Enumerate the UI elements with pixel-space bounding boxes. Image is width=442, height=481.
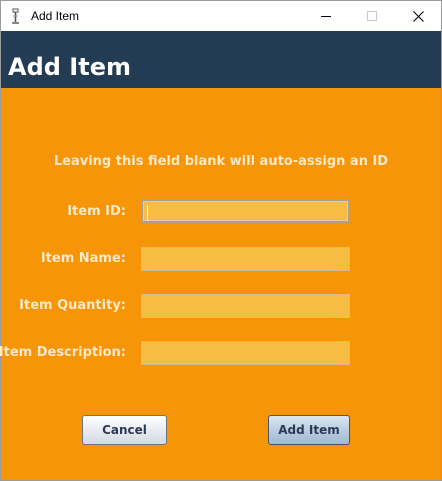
- maximize-button[interactable]: [349, 1, 395, 31]
- item-id-input[interactable]: [141, 199, 350, 223]
- form-panel: Leaving this field blank will auto-assig…: [0, 88, 441, 480]
- item-description-input[interactable]: [141, 341, 350, 365]
- close-icon: [413, 11, 424, 22]
- item-quantity-label: Item Quantity:: [19, 298, 126, 313]
- window-title: Add Item: [31, 9, 80, 23]
- add-item-window: Add Item Add Item Leaving this field bla…: [0, 0, 442, 481]
- java-cup-icon: [9, 8, 21, 25]
- maximize-icon: [367, 11, 377, 21]
- cancel-button[interactable]: Cancel: [82, 415, 167, 445]
- window-titlebar[interactable]: Add Item: [1, 1, 441, 31]
- page-title: Add Item: [8, 53, 131, 81]
- minimize-icon: [321, 16, 331, 17]
- close-button[interactable]: [395, 1, 441, 31]
- item-description-label: Item Description:: [0, 345, 126, 360]
- header-bar: Add Item: [1, 31, 441, 88]
- id-hint-text: Leaving this field blank will auto-assig…: [53, 154, 389, 169]
- text-caret: [147, 205, 148, 221]
- minimize-button[interactable]: [303, 1, 349, 31]
- item-id-label: Item ID:: [67, 204, 126, 219]
- item-name-input[interactable]: [141, 247, 350, 271]
- add-item-button[interactable]: Add Item: [268, 415, 350, 445]
- item-name-label: Item Name:: [40, 251, 126, 266]
- item-quantity-input[interactable]: [141, 294, 350, 318]
